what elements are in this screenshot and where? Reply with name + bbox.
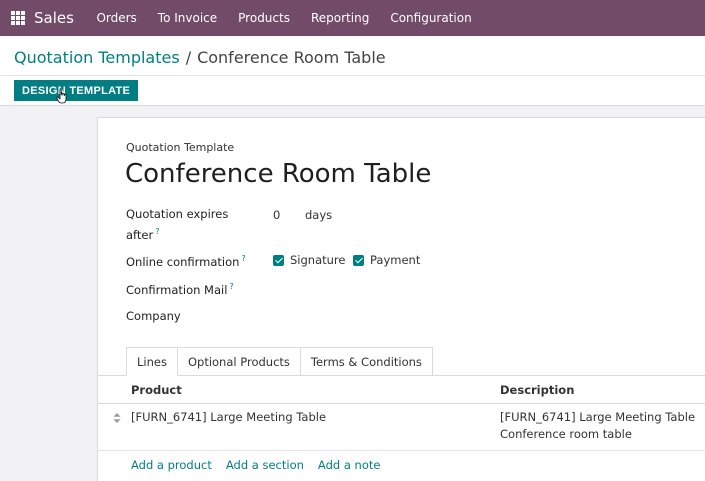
table-row[interactable]: [FURN_6741] Large Meeting Table [FURN_67… (98, 404, 705, 451)
apps-menu-icon[interactable] (11, 11, 25, 25)
design-template-button[interactable]: DESIGN TEMPLATE (14, 80, 139, 101)
description-cell[interactable]: [FURN_6741] Large Meeting Table Conferen… (500, 409, 695, 443)
record-type-label: Quotation Template (126, 141, 235, 154)
control-panel: Quotation Templates / Conference Room Ta… (0, 36, 705, 106)
description-line1: [FURN_6741] Large Meeting Table (500, 410, 696, 424)
confirmation-mail-text: Confirmation Mail (126, 282, 228, 297)
help-icon[interactable]: ? (241, 254, 245, 263)
payment-label[interactable]: Payment (370, 253, 420, 267)
breadcrumb: Quotation Templates / Conference Room Ta… (14, 48, 386, 67)
payment-checkbox[interactable] (353, 254, 364, 266)
expires-days-input[interactable]: 0 (273, 208, 280, 222)
tab-lines[interactable]: Lines (126, 347, 178, 376)
hand-cursor-icon (56, 88, 67, 104)
expires-label-line1: Quotation expires (126, 207, 229, 221)
menu-reporting[interactable]: Reporting (300, 11, 379, 25)
help-icon[interactable]: ? (155, 227, 159, 236)
signature-checkbox-group[interactable]: Signature (273, 253, 345, 267)
menu-products[interactable]: Products (228, 11, 301, 25)
breadcrumb-parent-link[interactable]: Quotation Templates (14, 48, 180, 67)
add-section-link[interactable]: Add a section (226, 458, 304, 472)
company-label: Company (126, 309, 181, 323)
column-header-description[interactable]: Description (500, 383, 574, 397)
notebook-tabs: Lines Optional Products Terms & Conditio… (126, 347, 433, 376)
breadcrumb-current: Conference Room Table (197, 48, 386, 67)
payment-checkbox-group[interactable]: Payment (353, 253, 420, 267)
drag-handle-icon[interactable] (113, 413, 121, 423)
expires-unit-label: days (305, 208, 333, 222)
app-name[interactable]: Sales (34, 9, 74, 27)
lines-table-header: Product Description (98, 376, 705, 404)
breadcrumb-separator: / (185, 48, 192, 67)
signature-label[interactable]: Signature (290, 253, 345, 267)
online-confirmation-label: Online confirmation? (126, 250, 246, 271)
product-cell[interactable]: [FURN_6741] Large Meeting Table (131, 409, 326, 426)
template-name-field[interactable]: Conference Room Table (125, 159, 431, 189)
signature-checkbox[interactable] (273, 254, 284, 266)
menu-to-invoice[interactable]: To Invoice (147, 11, 227, 25)
description-line2: Conference room table (500, 427, 632, 441)
top-navbar: Sales Orders To Invoice Products Reporti… (0, 0, 705, 36)
help-icon[interactable]: ? (229, 282, 233, 291)
add-line-links: Add a product Add a section Add a note (131, 458, 394, 472)
expires-label-line2: after (126, 227, 154, 242)
expires-label: Quotation expires after? (126, 206, 228, 244)
add-note-link[interactable]: Add a note (318, 458, 381, 472)
tab-terms-conditions[interactable]: Terms & Conditions (300, 347, 433, 376)
form-sheet: Quotation Template Conference Room Table… (97, 117, 705, 481)
column-header-product[interactable]: Product (131, 383, 182, 397)
tab-optional-products[interactable]: Optional Products (177, 347, 301, 376)
control-panel-divider (0, 75, 705, 76)
menu-orders[interactable]: Orders (86, 11, 147, 25)
add-product-link[interactable]: Add a product (131, 458, 212, 472)
online-confirmation-text: Online confirmation (126, 254, 240, 269)
confirmation-mail-label: Confirmation Mail? (126, 278, 234, 299)
menu-configuration[interactable]: Configuration (380, 11, 482, 25)
